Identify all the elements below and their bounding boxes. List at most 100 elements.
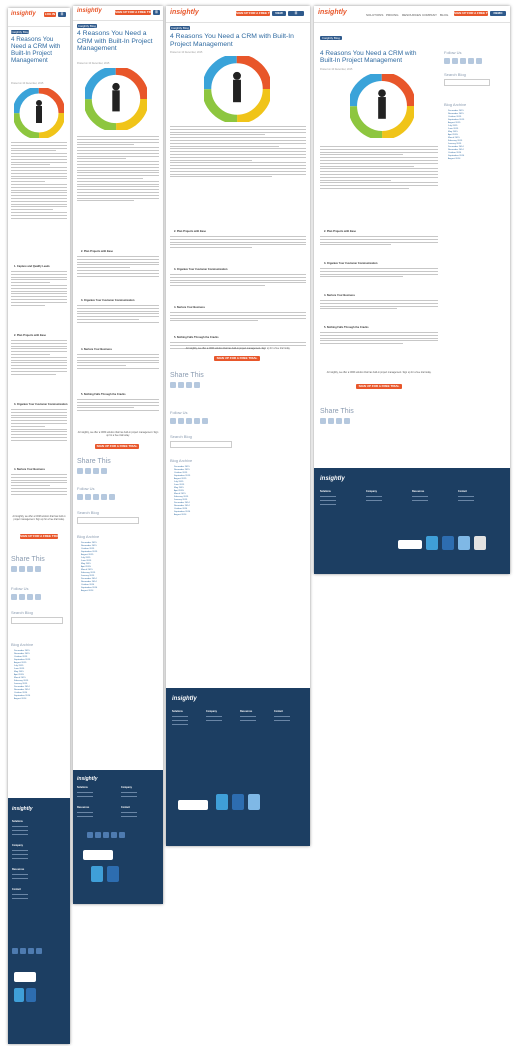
menu-button[interactable]: ☰ <box>153 10 160 15</box>
subhead-2: 2. Plan Projects with Ease <box>174 230 207 233</box>
subhead-2: 2. Plan Projects with Ease <box>14 334 47 337</box>
tab-insightly-blog[interactable]: Insightly Blog <box>170 26 190 30</box>
signup-button[interactable]: SIGN UP FOR A FREE TRIAL <box>236 11 270 16</box>
footer-social-icons[interactable] <box>12 948 44 954</box>
facebook-icon[interactable] <box>320 418 326 424</box>
page-title: 4 Reasons You Need a CRM with Built-In P… <box>11 36 61 65</box>
cta-signup-button[interactable]: SIGN UP FOR A FREE TRIAL <box>356 384 402 389</box>
article-body-2 <box>320 236 438 260</box>
footer-social-icons[interactable] <box>87 832 127 838</box>
share-heading: Share This <box>170 372 204 379</box>
footer-col-resources: Resources <box>412 490 425 493</box>
search-input[interactable] <box>11 617 63 624</box>
footer-col-contact: Contact <box>458 490 467 493</box>
subhead-1: 1. Capture and Qualify Leads <box>14 265 50 268</box>
tab-insightly-blog[interactable]: Insightly Blog <box>77 24 97 28</box>
archive-list[interactable]: December 2015 November 2015 October 2015 Se… <box>14 650 30 701</box>
follow-icons[interactable] <box>11 594 43 600</box>
signup-button[interactable]: SIGN UP FOR A FREE TRIAL <box>115 10 151 15</box>
footer-col-solutions: Solutions <box>172 710 183 713</box>
site-logo[interactable]: insightly <box>11 11 36 17</box>
badge-extra <box>474 536 486 550</box>
view-demo-button[interactable]: DEMO <box>490 11 506 16</box>
follow-icons[interactable] <box>444 58 484 64</box>
linkedin-icon[interactable] <box>27 566 33 572</box>
linkedin-icon[interactable] <box>93 468 99 474</box>
article-body <box>77 136 159 246</box>
twitter-icon[interactable] <box>85 468 91 474</box>
follow-icons[interactable] <box>77 494 117 500</box>
share-heading: Share This <box>11 556 45 563</box>
view-demo-button[interactable]: VIEW <box>272 11 286 16</box>
linkedin-icon[interactable] <box>27 594 33 600</box>
archive-list[interactable]: December 2015 November 2015 October 2015 Se… <box>448 110 464 161</box>
nav-resources[interactable]: RESOURCES <box>402 13 421 17</box>
footer-logo[interactable]: insightly <box>77 776 98 782</box>
facebook-icon[interactable] <box>11 594 17 600</box>
article-body-2 <box>77 256 159 296</box>
article-body-4 <box>11 409 67 465</box>
search-input[interactable] <box>170 441 232 448</box>
footer-logo[interactable]: insightly <box>12 806 33 812</box>
nav-company[interactable]: COMPANY <box>422 13 437 17</box>
archive-list[interactable]: December 2015 November 2015 October 2015 Se… <box>81 542 97 593</box>
article-body-2 <box>170 236 306 266</box>
cta-signup-button[interactable]: SIGN UP FOR A FREE TRIAL <box>95 444 139 449</box>
search-heading: Search Blog <box>170 434 192 439</box>
login-button[interactable]: LOG IN <box>44 12 56 17</box>
twitter-icon[interactable] <box>328 418 334 424</box>
badge-top-crm <box>216 794 228 810</box>
archive-list[interactable]: December 2015 November 2015 October 2015 Se… <box>174 466 190 517</box>
subhead-5: 5. Nothing Falls Through the Cracks <box>174 336 219 339</box>
rss-icon[interactable] <box>35 594 41 600</box>
page-title: 4 Reasons You Need a CRM with Built-In P… <box>77 30 153 53</box>
footer-logo[interactable]: insightly <box>172 696 197 702</box>
email-icon[interactable] <box>344 418 350 424</box>
article-body-2 <box>11 271 67 331</box>
footer-logo[interactable]: insightly <box>320 476 345 482</box>
email-icon[interactable] <box>35 566 41 572</box>
share-icons[interactable] <box>77 468 109 474</box>
cta-signup-button[interactable]: SIGN UP FOR A FREE TRIAL <box>214 356 260 361</box>
article-body-3 <box>320 268 438 292</box>
article-body-5 <box>77 399 159 429</box>
site-header: insightly SIGN UP FOR A FREE TRIAL VIEW … <box>166 6 310 23</box>
site-logo[interactable]: insightly <box>77 8 102 14</box>
share-icons[interactable] <box>170 382 202 388</box>
site-footer: insightly Solutions Company Resources Co… <box>166 688 310 846</box>
menu-button[interactable]: ☰ <box>288 11 304 16</box>
facebook-icon[interactable] <box>77 468 83 474</box>
follow-icons[interactable] <box>170 418 210 424</box>
share-icons[interactable] <box>11 566 43 572</box>
search-input[interactable] <box>444 79 490 86</box>
search-input[interactable] <box>77 517 139 524</box>
email-icon[interactable] <box>194 382 200 388</box>
twitter-icon[interactable] <box>19 594 25 600</box>
site-logo[interactable]: insightly <box>170 9 199 16</box>
site-footer: insightly Solutions Company Resources Co… <box>73 770 163 904</box>
badge-top-crm <box>14 988 24 1002</box>
linkedin-icon[interactable] <box>336 418 342 424</box>
cta-signup-button[interactable]: SIGN UP FOR A FREE TRIAL <box>20 534 58 539</box>
twitter-icon[interactable] <box>178 382 184 388</box>
subhead-3: 3. Organize Your Customer Communication <box>324 262 378 265</box>
menu-button[interactable]: ☰ <box>58 12 66 17</box>
linkedin-icon[interactable] <box>186 382 192 388</box>
tab-insightly-blog[interactable]: Insightly Blog <box>320 36 342 40</box>
subhead-4: 4. Nurture Your Business <box>81 348 112 351</box>
follow-heading: Follow Us <box>444 50 462 55</box>
signup-button[interactable]: SIGN UP FOR A FREE TRIAL <box>454 11 488 16</box>
share-icons[interactable] <box>320 418 352 424</box>
facebook-icon[interactable] <box>170 382 176 388</box>
nav-solutions[interactable]: SOLUTIONS <box>366 13 383 17</box>
twitter-icon[interactable] <box>19 566 25 572</box>
facebook-icon[interactable] <box>11 566 17 572</box>
nav-blog[interactable]: BLOG <box>440 13 448 17</box>
nav-pricing[interactable]: PRICING <box>386 13 399 17</box>
tab-insightly-blog[interactable]: Insightly Blog <box>11 30 29 34</box>
site-logo[interactable]: insightly <box>318 9 347 16</box>
subhead-2: 2. Plan Projects with Ease <box>81 250 114 253</box>
subhead-4: 4. Nurture Your Business <box>14 468 45 471</box>
subhead-5: 5. Nothing Falls Through the Cracks <box>81 393 126 396</box>
email-icon[interactable] <box>101 468 107 474</box>
